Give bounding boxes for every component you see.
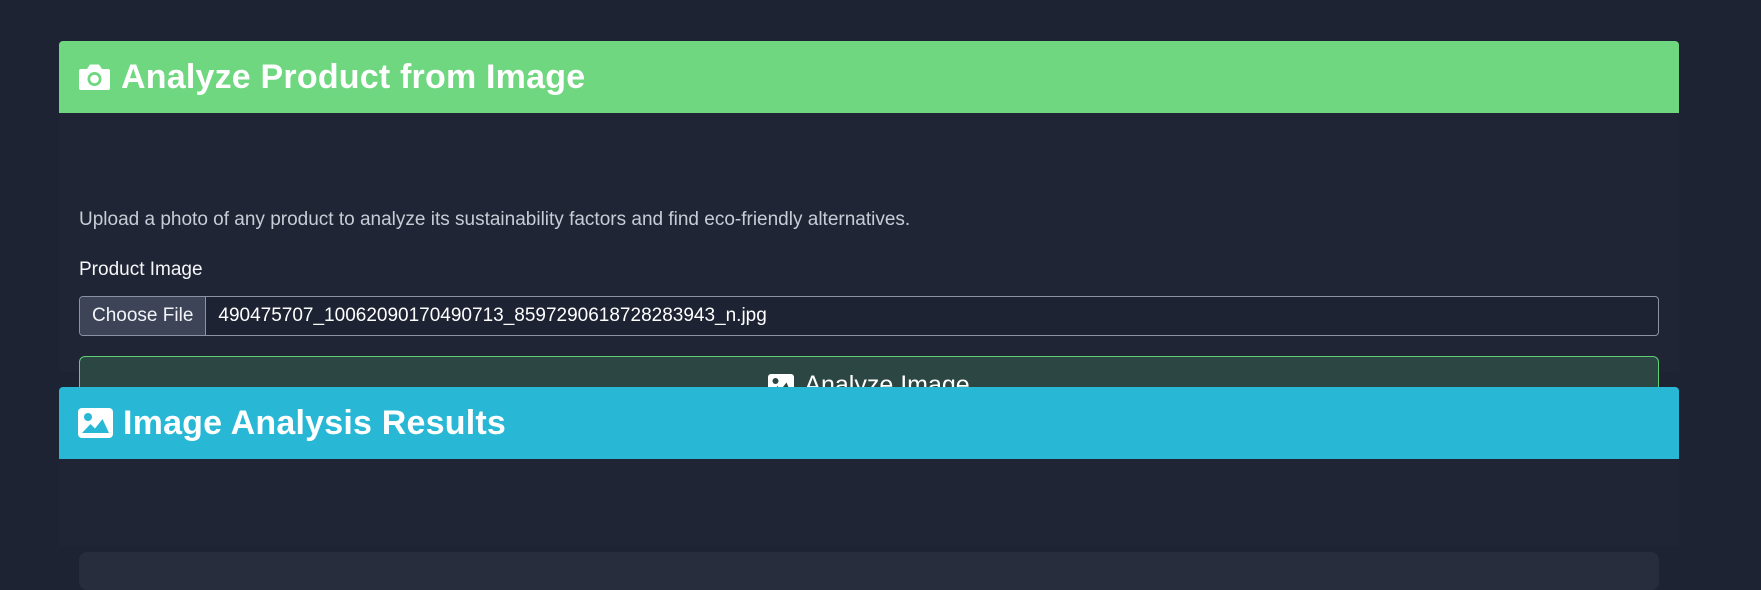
product-image-file-input[interactable]: Choose File 490475707_10062090170490713_… bbox=[79, 296, 1659, 336]
results-placeholder bbox=[79, 552, 1659, 590]
image-analysis-results-card: Image Analysis Results bbox=[59, 387, 1679, 590]
card-title: Analyze Product from Image bbox=[121, 57, 586, 96]
camera-icon bbox=[78, 63, 111, 91]
image-analysis-results-header: Image Analysis Results bbox=[59, 387, 1679, 459]
selected-file-name: 490475707_10062090170490713_859729061872… bbox=[218, 305, 767, 326]
analyze-product-header: Analyze Product from Image bbox=[59, 41, 1679, 113]
card-title: Image Analysis Results bbox=[123, 403, 506, 442]
analyze-product-card: Analyze Product from Image Upload a phot… bbox=[59, 41, 1679, 415]
choose-file-button[interactable]: Choose File bbox=[80, 297, 207, 335]
card-description: Upload a photo of any product to analyze… bbox=[79, 209, 911, 230]
image-icon bbox=[78, 408, 113, 438]
product-image-label: Product Image bbox=[79, 259, 203, 280]
